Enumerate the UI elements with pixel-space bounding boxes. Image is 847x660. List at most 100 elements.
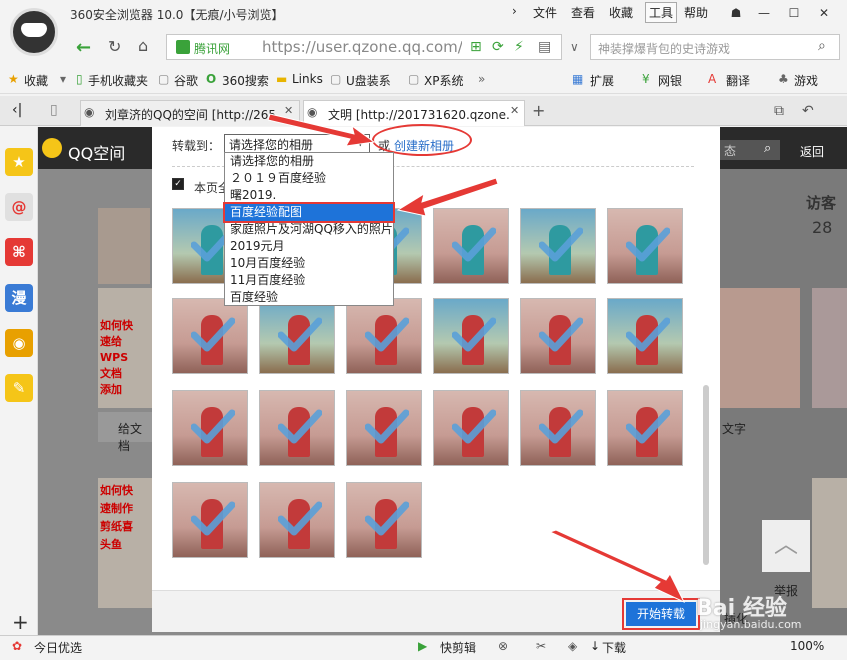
back-icon[interactable]: ← bbox=[76, 37, 91, 58]
browser-logo-icon[interactable] bbox=[10, 8, 58, 56]
minimize-icon[interactable]: — bbox=[752, 2, 776, 24]
menu-tools[interactable]: 工具 bbox=[645, 2, 678, 23]
tab-qzone[interactable]: 刘章济的QQ的空间 [http://265 bbox=[80, 100, 300, 126]
photo-thumbnail[interactable] bbox=[346, 298, 422, 374]
chevron-down-icon[interactable]: ∨ bbox=[570, 40, 579, 54]
refresh-icon[interactable]: ↻ bbox=[108, 37, 121, 56]
fav-google[interactable]: 谷歌 bbox=[174, 72, 198, 89]
select-all-checkbox[interactable]: ✓ bbox=[172, 178, 184, 190]
status-clip[interactable]: 快剪辑 bbox=[440, 639, 476, 656]
photo-thumbnail[interactable] bbox=[172, 390, 248, 466]
phone-icon[interactable]: ▯ bbox=[50, 102, 58, 118]
fav-360search[interactable]: 360搜索 bbox=[222, 72, 269, 89]
album-option-selected[interactable]: 百度经验配图 bbox=[223, 202, 395, 223]
speed-icon[interactable]: ⟳ bbox=[492, 39, 504, 55]
photo-thumbnail[interactable] bbox=[172, 482, 248, 558]
checkmark-icon bbox=[365, 409, 409, 444]
checkmark-icon bbox=[626, 227, 670, 262]
fav-links[interactable]: Links bbox=[292, 72, 323, 86]
album-option[interactable]: ２０１９百度经验 bbox=[225, 170, 393, 187]
album-option[interactable]: 请选择您的相册 bbox=[225, 153, 393, 170]
photo-thumbnail[interactable] bbox=[607, 298, 683, 374]
fav-collect[interactable]: 收藏 bbox=[24, 72, 48, 89]
game-icon[interactable]: ⌘ bbox=[5, 238, 33, 266]
album-option[interactable]: 百度经验 bbox=[225, 289, 393, 306]
photo-thumbnail[interactable] bbox=[172, 298, 248, 374]
status-today[interactable]: 今日优选 bbox=[34, 639, 82, 656]
tab-label: 刘章济的QQ的空间 [http://265 bbox=[105, 108, 277, 122]
fav-xp[interactable]: XP系统 bbox=[424, 72, 463, 89]
album-option[interactable]: 10月百度经验 bbox=[225, 255, 393, 272]
add-sidebar-icon[interactable]: + bbox=[12, 610, 29, 634]
photo-thumbnail[interactable] bbox=[607, 390, 683, 466]
weibo-icon[interactable]: ◉ bbox=[5, 329, 33, 357]
album-option[interactable]: 2019元月 bbox=[225, 238, 393, 255]
album-option[interactable]: 11月百度经验 bbox=[225, 272, 393, 289]
qr-icon[interactable]: ⊞ bbox=[470, 39, 482, 55]
shield-icon[interactable]: ◈ bbox=[568, 639, 577, 653]
note-icon[interactable]: ✎ bbox=[5, 374, 33, 402]
status-download[interactable]: 下载 bbox=[602, 639, 626, 656]
album-option[interactable]: 家庭照片及河湖QQ移入的照片 bbox=[225, 221, 393, 238]
window-title: 360安全浏览器 10.0【无痕/小号浏览】 bbox=[70, 8, 284, 22]
photo-thumbnail[interactable] bbox=[520, 208, 596, 284]
search-placeholder: 神装撑爆背包的史诗游戏 bbox=[598, 42, 731, 56]
photo-thumbnail[interactable] bbox=[433, 298, 509, 374]
url-text[interactable]: https://user.qzone.qq.com/201731 bbox=[262, 38, 462, 56]
search-icon[interactable]: ⌕ bbox=[818, 38, 826, 54]
album-option[interactable]: 曙2019. bbox=[225, 187, 393, 204]
star-icon: ★ bbox=[8, 72, 19, 86]
qzone-back[interactable]: 返回 bbox=[800, 143, 824, 160]
close-icon[interactable]: ✕ bbox=[812, 2, 836, 24]
close-tab-icon[interactable]: ✕ bbox=[510, 104, 519, 117]
mail-icon[interactable]: @ bbox=[5, 193, 33, 221]
maximize-icon[interactable]: ☐ bbox=[782, 2, 806, 24]
favorite-icon[interactable]: ★ bbox=[5, 148, 33, 176]
ext-game[interactable]: 游戏 bbox=[794, 72, 818, 89]
photo-thumbnail[interactable] bbox=[259, 390, 335, 466]
home-icon[interactable]: ⌂ bbox=[138, 36, 148, 55]
photo-thumbnail[interactable] bbox=[607, 208, 683, 284]
photo-thumbnail[interactable] bbox=[346, 390, 422, 466]
menu-help[interactable]: 帮助 bbox=[684, 4, 708, 21]
photo-thumbnail[interactable] bbox=[259, 298, 335, 374]
scroll-top-icon[interactable]: ︿ bbox=[762, 520, 810, 572]
chevron-down-icon[interactable]: ▾ bbox=[60, 72, 66, 86]
photo-thumbnail[interactable] bbox=[520, 298, 596, 374]
photo-thumbnail[interactable] bbox=[346, 482, 422, 558]
comic-icon[interactable]: 漫 bbox=[5, 284, 33, 312]
search-icon[interactable]: ⌕ bbox=[764, 141, 771, 156]
album-dropdown-list[interactable]: 请选择您的相册 ２０１９百度经验 曙2019. 百度经验配图 家庭照片及河湖QQ… bbox=[223, 152, 395, 306]
modal-scrollbar[interactable] bbox=[703, 385, 709, 565]
site-badge: 腾讯网 bbox=[194, 42, 231, 56]
bg-text: 文档 bbox=[100, 367, 122, 380]
chevron-left-icon[interactable]: ‹| bbox=[12, 102, 22, 118]
undo-close-icon[interactable]: ↶ bbox=[802, 103, 814, 119]
menu-view[interactable]: 查看 bbox=[571, 4, 595, 21]
qzone-brand[interactable]: QQ空间 bbox=[68, 140, 125, 164]
reader-icon[interactable]: ▤ bbox=[538, 39, 551, 55]
fav-mobile[interactable]: 手机收藏夹 bbox=[88, 72, 148, 89]
menu-favorites[interactable]: 收藏 bbox=[609, 4, 633, 21]
chevron-right-icon[interactable]: › bbox=[512, 4, 517, 18]
fav-usb[interactable]: U盘装系 bbox=[346, 72, 391, 89]
photo-thumbnail[interactable] bbox=[433, 390, 509, 466]
zoom-level[interactable]: 100% bbox=[790, 639, 824, 653]
new-tab-icon[interactable]: + bbox=[532, 101, 545, 120]
photo-thumbnail[interactable] bbox=[520, 390, 596, 466]
ext-extend[interactable]: 扩展 bbox=[590, 72, 614, 89]
ext-translate[interactable]: 翻译 bbox=[726, 72, 750, 89]
tabs-overview-icon[interactable]: ⧉ bbox=[774, 103, 784, 119]
qzone-search-hint: 态 bbox=[724, 144, 737, 158]
lightning-icon[interactable]: ⚡ bbox=[514, 39, 524, 55]
checkmark-icon bbox=[191, 317, 235, 352]
ext-bank[interactable]: 网银 bbox=[658, 72, 682, 89]
more-icon[interactable]: » bbox=[478, 72, 485, 86]
skin-icon[interactable]: ☗ bbox=[724, 2, 748, 24]
speed-icon[interactable]: ⊗ bbox=[498, 639, 508, 653]
photo-thumbnail[interactable] bbox=[259, 482, 335, 558]
menu-file[interactable]: 文件 bbox=[533, 4, 557, 21]
bank-icon: ¥ bbox=[642, 72, 650, 86]
photo-thumbnail[interactable] bbox=[433, 208, 509, 284]
cleanup-icon[interactable]: ✂ bbox=[536, 639, 546, 653]
